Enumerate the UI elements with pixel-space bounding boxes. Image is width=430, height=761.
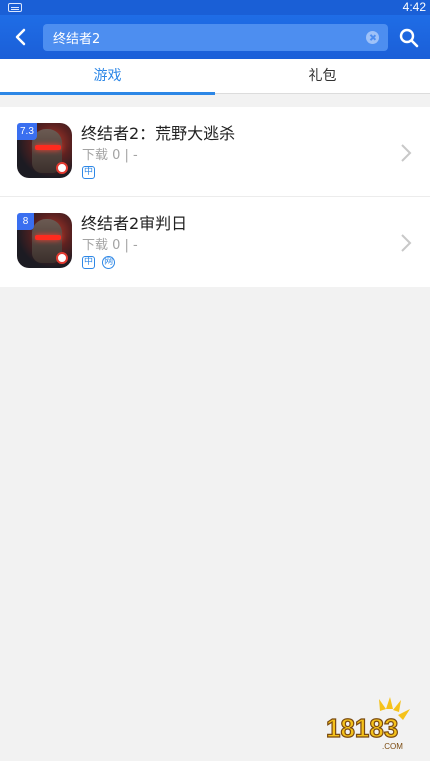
tab-gifts[interactable]: 礼包 [215, 59, 430, 94]
rating-badge: 8 [17, 213, 34, 230]
publisher-logo-icon [56, 252, 68, 264]
app-title: 终结者2审判日 [81, 214, 188, 233]
tag-list: 中 [82, 166, 97, 179]
watermark-text: 18183 [326, 713, 398, 743]
tab-bar: 游戏 礼包 [0, 59, 430, 95]
keyboard-icon [8, 3, 22, 12]
app-title: 终结者2：荒野大逃杀 [81, 124, 236, 143]
clear-icon[interactable] [366, 31, 379, 44]
online-tag: 网 [102, 256, 116, 269]
chinese-tag: 中 [82, 256, 95, 269]
chevron-right-icon [401, 234, 412, 252]
watermark-sub: .COM [382, 742, 403, 751]
back-arrow-icon[interactable] [8, 23, 36, 51]
status-bar: 4:42 [0, 0, 430, 15]
publisher-logo-icon [56, 162, 68, 174]
download-info: 下载 0 | - [82, 238, 138, 253]
chevron-right-icon [401, 144, 412, 162]
watermark-logo: 18183 .COM [325, 697, 410, 751]
download-info: 下载 0 | - [82, 148, 138, 163]
search-input[interactable] [53, 24, 353, 51]
search-toolbar [0, 15, 430, 59]
results-list: 7.3 终结者2：荒野大逃杀 下载 0 | - 中 8 终结者2审判日 下载 0… [0, 107, 430, 287]
rating-badge: 7.3 [17, 123, 37, 140]
search-icon[interactable] [398, 27, 420, 49]
tab-games[interactable]: 游戏 [0, 59, 215, 95]
search-box[interactable] [43, 24, 388, 51]
list-item[interactable]: 7.3 终结者2：荒野大逃杀 下载 0 | - 中 [0, 107, 430, 197]
status-time: 4:42 [402, 0, 426, 14]
list-item[interactable]: 8 终结者2审判日 下载 0 | - 中 网 [0, 197, 430, 287]
chinese-tag: 中 [82, 166, 95, 179]
tag-list: 中 网 [82, 256, 117, 269]
